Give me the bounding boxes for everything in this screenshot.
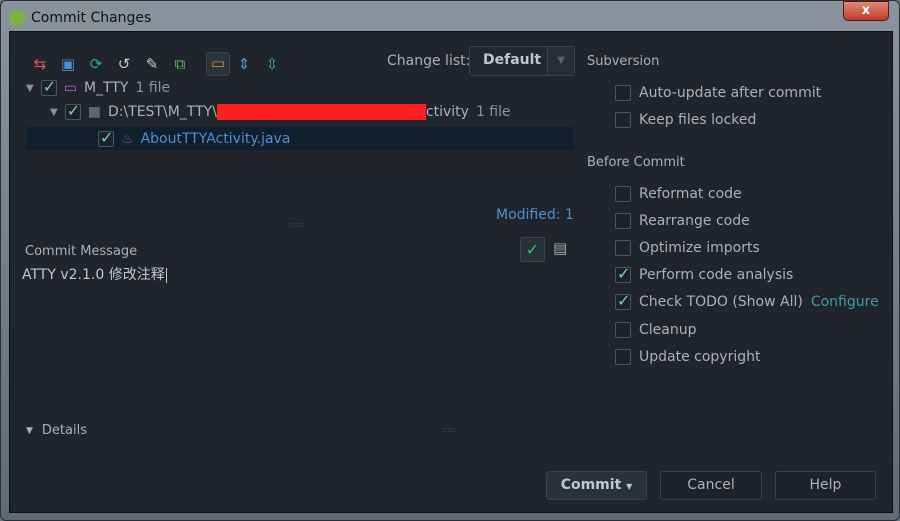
checkbox[interactable]: [615, 264, 631, 283]
option-reformat-code[interactable]: Reformat code: [615, 186, 742, 202]
option-check-todo[interactable]: Check TODO (Show All) Configure: [615, 291, 879, 310]
edit-source-icon[interactable]: ✎: [142, 54, 162, 74]
commit-message-input[interactable]: ATTY v2.1.0 修改注释: [22, 264, 574, 404]
window-title: Commit Changes: [31, 10, 152, 26]
option-label: Cleanup: [639, 322, 697, 338]
change-list-label: Change list:: [387, 53, 471, 69]
cancel-button[interactable]: Cancel: [660, 471, 762, 500]
directory-path: D:\TEST\M_TTY\: [107, 104, 217, 120]
java-file-icon: ♨: [121, 130, 134, 147]
option-label: Auto-update after commit: [639, 85, 822, 101]
collapse-all-icon[interactable]: ⇳: [262, 54, 282, 74]
commit-message-label: Commit Message: [25, 244, 138, 259]
rollback-icon[interactable]: ⇆: [30, 54, 50, 74]
module-file-count: 1 file: [135, 80, 171, 96]
dialog-body: ⇆ ▣ ⟳ ↺ ✎ ⧉ ▭ ⇕ ⇳ Change list: Default ▼…: [9, 31, 893, 513]
checkbox[interactable]: [615, 349, 631, 365]
group-by-directory-icon[interactable]: ▭: [206, 52, 230, 76]
option-code-analysis[interactable]: Perform code analysis: [615, 264, 794, 283]
expand-all-icon[interactable]: ⇕: [234, 54, 254, 74]
commit-history-icon[interactable]: ▤: [553, 239, 567, 257]
subversion-title: Subversion: [587, 54, 660, 69]
redacted-block: [216, 104, 426, 120]
option-update-copyright[interactable]: Update copyright: [615, 349, 760, 365]
configure-link[interactable]: Configure: [811, 294, 879, 310]
details-toggle[interactable]: ▼ Details: [26, 423, 87, 438]
dropdown-arrow-icon: ▼: [626, 482, 633, 491]
folder-icon: ■: [87, 104, 101, 120]
option-label: Perform code analysis: [639, 267, 794, 283]
details-splitter-handle[interactable]: :::::: [442, 425, 455, 434]
collapse-arrow-icon: ▼: [26, 425, 33, 436]
option-auto-update[interactable]: Auto-update after commit: [615, 85, 821, 101]
commit-message-text: ATTY v2.1.0 修改注释: [22, 267, 165, 283]
expand-arrow-icon[interactable]: ▼: [26, 83, 34, 94]
expand-arrow-icon[interactable]: ▼: [50, 107, 58, 118]
module-icon: ▭: [63, 80, 77, 96]
option-optimize-imports[interactable]: Optimize imports: [615, 240, 760, 256]
checkbox[interactable]: [615, 112, 631, 128]
changes-tree: ▼ ▭ M_TTY 1 file ▼ ■ D:\TEST\M_TTY\ ctiv…: [26, 77, 574, 150]
option-keep-locked[interactable]: Keep files locked: [615, 112, 756, 128]
option-rearrange-code[interactable]: Rearrange code: [615, 213, 750, 229]
file-checkbox[interactable]: [98, 128, 114, 147]
checkbox[interactable]: [615, 85, 631, 101]
option-label: Optimize imports: [639, 240, 760, 256]
commit-button[interactable]: Commit ▼: [546, 471, 647, 500]
option-label: Update copyright: [639, 349, 761, 365]
move-to-changelist-icon[interactable]: ▣: [58, 54, 78, 74]
commit-label: Commit: [560, 477, 622, 493]
spellcheck-icon[interactable]: ✓: [520, 237, 545, 262]
option-label: Rearrange code: [639, 213, 750, 229]
chevron-down-icon: ▼: [547, 47, 574, 75]
checkbox[interactable]: [615, 240, 631, 256]
tree-node-file[interactable]: ♨ AboutTTYActivity.java: [26, 127, 574, 150]
diff-icon[interactable]: ⧉: [170, 54, 190, 74]
directory-file-count: 1 file: [475, 104, 511, 120]
option-cleanup[interactable]: Cleanup: [615, 322, 697, 338]
file-name: AboutTTYActivity.java: [140, 130, 291, 147]
details-label: Details: [41, 423, 87, 438]
option-label: Check TODO (Show All): [639, 294, 803, 310]
splitter-handle[interactable]: :::::: [290, 220, 303, 229]
dialog-window: Commit Changes x ⇆ ▣ ⟳ ↺ ✎ ⧉ ▭ ⇕ ⇳ Chang…: [0, 0, 900, 521]
checkbox[interactable]: [615, 213, 631, 229]
tree-node-directory[interactable]: ▼ ■ D:\TEST\M_TTY\ ctivity 1 file: [50, 101, 511, 120]
option-label: Keep files locked: [639, 112, 757, 128]
module-checkbox[interactable]: [40, 77, 57, 96]
title-bar: Commit Changes: [9, 5, 151, 31]
option-label: Reformat code: [639, 186, 742, 202]
module-name: M_TTY: [83, 80, 129, 96]
change-list-dropdown[interactable]: Default ▼: [469, 46, 575, 76]
directory-checkbox[interactable]: [64, 101, 81, 120]
history-icon[interactable]: ↺: [114, 54, 134, 74]
checkbox[interactable]: [615, 186, 631, 202]
before-commit-title: Before Commit: [587, 155, 685, 170]
change-list-value: Default: [483, 52, 542, 68]
close-button[interactable]: x: [843, 1, 889, 21]
directory-path-suffix: ctivity: [425, 104, 469, 120]
refresh-icon[interactable]: ⟳: [86, 54, 106, 74]
modified-count: Modified: 1: [496, 207, 574, 223]
checkbox[interactable]: [615, 291, 631, 310]
checkbox[interactable]: [615, 322, 631, 338]
android-studio-icon: [9, 10, 25, 26]
help-button[interactable]: Help: [775, 471, 876, 500]
tree-node-module[interactable]: ▼ ▭ M_TTY 1 file: [26, 77, 171, 96]
